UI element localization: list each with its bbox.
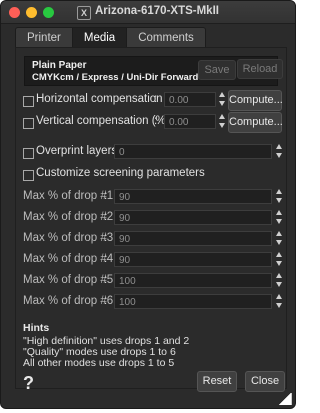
overprint-layers-field[interactable]: 0 xyxy=(114,144,272,159)
drop-colon: : xyxy=(104,253,108,265)
stepper-up-icon[interactable] xyxy=(276,273,282,278)
hint-line: All other modes use drops 1 to 5 xyxy=(23,357,175,369)
horizontal-compute-button[interactable]: Compute... xyxy=(228,90,283,111)
vertical-compensation-checkbox[interactable] xyxy=(23,118,34,129)
stepper-down-icon[interactable] xyxy=(276,261,282,266)
help-button[interactable]: ? xyxy=(23,373,34,394)
vertical-stepper[interactable] xyxy=(219,113,225,129)
horizontal-compensation-checkbox[interactable] xyxy=(23,96,34,107)
window-title-area: X Arizona-6170-XTS-MkII xyxy=(1,5,295,20)
stepper-up-icon[interactable] xyxy=(276,189,282,194)
overprint-layers-label: Overprint layers xyxy=(36,145,118,157)
stepper-up-icon[interactable] xyxy=(276,231,282,236)
stepper-up-icon[interactable] xyxy=(276,210,282,215)
drop-field[interactable]: 100 xyxy=(114,273,272,288)
vertical-compensation-label: Vertical compensation (%) xyxy=(36,115,170,127)
stepper-down-icon[interactable] xyxy=(276,303,282,308)
reset-button[interactable]: Reset xyxy=(197,371,237,392)
drop-stepper[interactable] xyxy=(276,188,282,204)
stepper-up-icon[interactable] xyxy=(276,294,282,299)
horizontal-stepper[interactable] xyxy=(219,91,225,107)
drop-label: Max % of drop #1 xyxy=(23,190,114,202)
media-mode: CMYKcm / Express / Uni-Dir Forward xyxy=(32,72,199,83)
drop-stepper[interactable] xyxy=(276,293,282,309)
drop-colon: : xyxy=(104,295,108,307)
window-title: Arizona-6170-XTS-MkII xyxy=(95,5,219,17)
drop-label: Max % of drop #6 xyxy=(23,295,114,307)
drop-field[interactable]: 90 xyxy=(114,252,272,267)
customize-screening-label: Customize screening parameters xyxy=(36,167,205,179)
horizontal-compensation-field[interactable]: 0.00 xyxy=(164,92,216,107)
vertical-colon: : xyxy=(154,115,158,127)
overprint-layers-checkbox[interactable] xyxy=(23,148,34,159)
drop-colon: : xyxy=(104,211,108,223)
drop-stepper[interactable] xyxy=(276,230,282,246)
drop-label: Max % of drop #3 xyxy=(23,232,114,244)
tab-media[interactable]: Media xyxy=(72,27,128,49)
tab-printer[interactable]: Printer xyxy=(15,27,73,49)
drop-colon: : xyxy=(104,190,108,202)
stepper-up-icon[interactable] xyxy=(276,144,282,149)
media-name: Plain Paper xyxy=(32,60,87,71)
vertical-compute-button[interactable]: Compute... xyxy=(228,112,283,133)
vertical-compensation-field[interactable]: 0.00 xyxy=(164,114,216,129)
stepper-down-icon[interactable] xyxy=(276,219,282,224)
drop-field[interactable]: 90 xyxy=(114,210,272,225)
stepper-down-icon[interactable] xyxy=(276,282,282,287)
drop-field[interactable]: 100 xyxy=(114,294,272,309)
tab-bar: Printer Media Comments xyxy=(15,27,206,49)
stepper-down-icon[interactable] xyxy=(276,153,282,158)
overprint-stepper[interactable] xyxy=(276,143,282,159)
drop-field[interactable]: 90 xyxy=(114,189,272,204)
customize-screening-checkbox[interactable] xyxy=(23,170,34,181)
stepper-down-icon[interactable] xyxy=(276,240,282,245)
stepper-down-icon[interactable] xyxy=(276,198,282,203)
stepper-up-icon[interactable] xyxy=(219,92,225,97)
drop-stepper[interactable] xyxy=(276,272,282,288)
reload-button[interactable]: Reload xyxy=(237,59,283,79)
drop-label: Max % of drop #5 xyxy=(23,274,114,286)
horizontal-compensation-label: Horizontal compensation (%) xyxy=(36,93,184,105)
stepper-down-icon[interactable] xyxy=(219,101,225,106)
resize-handle-icon[interactable] xyxy=(279,393,292,405)
stepper-up-icon[interactable] xyxy=(276,252,282,257)
horizontal-colon: : xyxy=(154,93,158,105)
drop-field[interactable]: 90 xyxy=(114,231,272,246)
stepper-up-icon[interactable] xyxy=(219,114,225,119)
drop-label: Max % of drop #2 xyxy=(23,211,114,223)
hints-title: Hints xyxy=(23,322,50,334)
drop-label: Max % of drop #4 xyxy=(23,253,114,265)
drop-stepper[interactable] xyxy=(276,209,282,225)
close-button[interactable]: Close xyxy=(245,371,285,392)
drop-colon: : xyxy=(104,274,108,286)
stepper-down-icon[interactable] xyxy=(219,123,225,128)
drop-stepper[interactable] xyxy=(276,251,282,267)
printer-dialog: X Arizona-6170-XTS-MkII Printer Media Com… xyxy=(0,0,296,409)
tab-comments[interactable]: Comments xyxy=(127,27,206,49)
drop-colon: : xyxy=(104,232,108,244)
media-panel: Plain Paper CMYKcm / Express / Uni-Dir F… xyxy=(15,47,287,389)
title-bar[interactable]: X Arizona-6170-XTS-MkII xyxy=(1,1,295,24)
app-icon: X xyxy=(77,6,91,20)
save-button[interactable]: Save xyxy=(198,60,236,80)
